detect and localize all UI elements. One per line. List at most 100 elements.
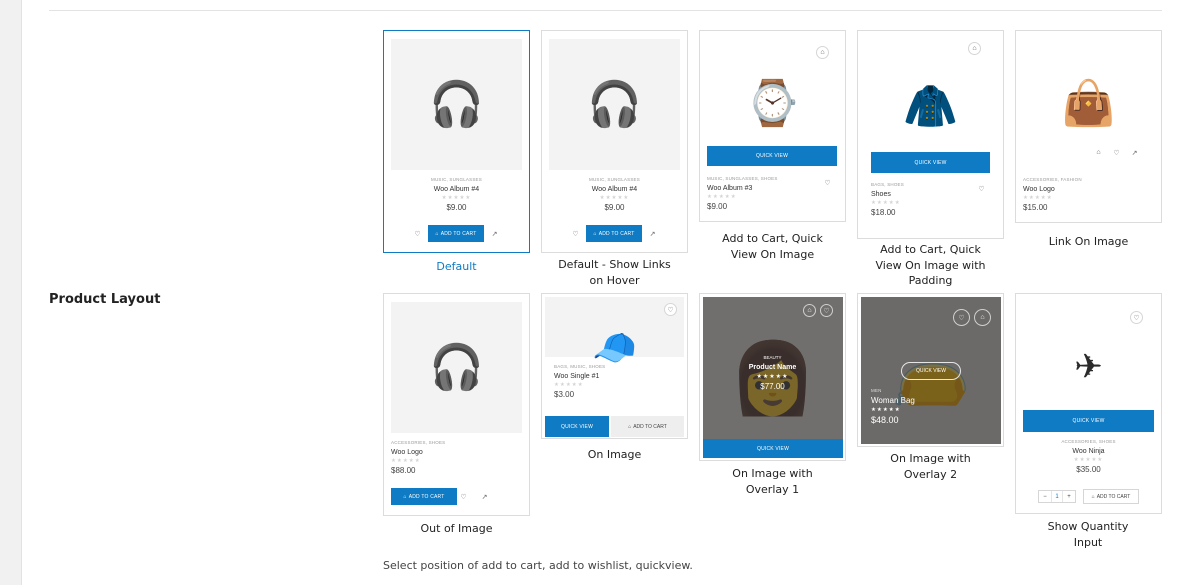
setting-description: Select position of add to cart, add to w…	[383, 559, 693, 572]
layout-option-overlay-2[interactable]: 👝 ♡ ⌂ Quick View Men Woman Bag ★★★★★ $48…	[857, 293, 1004, 488]
preview-card: 🎧 Music, Sunglasses Woo Album #4 ★★★★★ $…	[541, 30, 688, 253]
product-categories: Beauty	[763, 355, 782, 360]
preview-card: ⌚ ⌂ Quick View Music, Sunglasses, Shoes …	[699, 30, 846, 222]
layout-option-default[interactable]: 🎧 Music, Sunglasses Woo Album #4 ★★★★★ $…	[383, 30, 530, 275]
preview-card: 👩 ⌂ ♡ Beauty Product Name ★★★★★ $77.00 Q…	[699, 293, 846, 461]
product-name: Woo Single #1	[554, 372, 600, 380]
wishlist-heart-icon: ♡	[953, 309, 970, 326]
cart-icon: ⌂	[974, 309, 991, 326]
product-categories: Music, Sunglasses	[589, 177, 640, 182]
quick-view-button: Quick View	[901, 362, 961, 380]
product-name: Woo Ninja	[1072, 447, 1105, 455]
add-to-cart-button: ⌂ Add to cart	[586, 225, 642, 242]
product-meta: Men Woman Bag ★★★★★ $48.00	[871, 388, 991, 425]
product-image: 🎧	[391, 302, 522, 433]
product-price: $9.00	[604, 203, 625, 212]
wishlist-heart-icon: ♡	[975, 182, 988, 195]
product-image: 🎧	[391, 39, 522, 170]
bag-icon: ⌂	[403, 493, 407, 500]
product-name: Woo Logo	[1023, 185, 1055, 193]
product-price: $88.00	[391, 466, 416, 475]
plus-icon: +	[1067, 493, 1071, 500]
wishlist-heart-icon: ♡	[820, 304, 833, 317]
product-name: Shoes	[871, 190, 891, 198]
wishlist-heart-icon: ♡	[457, 490, 470, 503]
product-categories: Music, Sunglasses, Shoes	[707, 176, 778, 181]
quantity-stepper: − 1 +	[1038, 490, 1076, 503]
bag-icon: ⌂	[435, 230, 439, 237]
product-price: $3.00	[554, 390, 575, 399]
compare-icon: ↗	[646, 227, 659, 240]
layout-option-quantity-input[interactable]: ✈ ♡ Quick View Accessories, Shoes Woo Ni…	[1015, 293, 1162, 553]
wishlist-heart-icon: ♡	[1110, 146, 1123, 159]
product-name: Woo Album #4	[591, 185, 638, 193]
rating-stars: ★★★★★	[707, 193, 737, 200]
layout-option-default-hover[interactable]: 🎧 Music, Sunglasses Woo Album #4 ★★★★★ $…	[541, 30, 688, 290]
product-price: $9.00	[707, 202, 728, 211]
preview-card: 👜 ⌂ ♡ ↗ Accessories, Fashion Woo Logo ★★…	[1015, 30, 1162, 223]
admin-sidebar-edge	[0, 0, 22, 585]
add-to-cart-button: ⌂ Add to cart	[1083, 489, 1139, 504]
product-image: 🎧	[549, 39, 680, 170]
quick-view-button: Quick View	[707, 146, 837, 166]
quick-view-button: Quick View	[703, 439, 843, 458]
wishlist-heart-icon: ♡	[411, 227, 424, 240]
headphones-icon: 🎧	[429, 79, 484, 129]
quantity-value: 1	[1051, 491, 1063, 502]
product-image: 🧢	[545, 297, 684, 366]
product-categories: Music, Sunglasses	[431, 177, 482, 182]
product-categories: Bags, Shoes	[871, 182, 904, 187]
section-divider	[49, 10, 1162, 11]
minus-icon: −	[1043, 493, 1047, 500]
option-caption: Add to Cart, Quick View On Image	[722, 232, 823, 261]
preview-card: 👝 ♡ ⌂ Quick View Men Woman Bag ★★★★★ $48…	[857, 293, 1004, 447]
product-categories: Accessories, Shoes	[391, 440, 446, 445]
headphones-icon: 🎧	[429, 342, 484, 392]
rating-stars: ★★★★★	[871, 199, 901, 206]
cart-icon: ⌂	[803, 304, 816, 317]
preview-card: 🧥 ⌂ Quick View Bags, Shoes Shoes ★★★★★ $…	[857, 30, 1004, 239]
watch-icon: ⌚	[745, 79, 800, 128]
rating-stars: ★★★★★	[871, 406, 901, 413]
rating-stars: ★★★★★	[1023, 194, 1053, 201]
layout-option-link-on-image[interactable]: 👜 ⌂ ♡ ↗ Accessories, Fashion Woo Logo ★★…	[1015, 30, 1162, 250]
rating-stars: ★★★★★	[1073, 456, 1104, 463]
layout-option-on-image[interactable]: 🧢 ♡ Bags, Music, Shoes Woo Single #1 ★★★…	[541, 293, 688, 468]
product-price: $18.00	[871, 208, 896, 217]
cart-icon: ⌂	[968, 42, 981, 55]
product-meta: Accessories, Shoes Woo Ninja ★★★★★ $35.0…	[1016, 439, 1161, 474]
cart-icon: ⌂	[1092, 146, 1105, 159]
bag-icon: ⌂	[593, 230, 597, 237]
layout-option-overlay-1[interactable]: 👩 ⌂ ♡ Beauty Product Name ★★★★★ $77.00 Q…	[699, 293, 846, 498]
quick-view-button: Quick View	[1023, 410, 1154, 432]
preview-card: 🧢 ♡ Bags, Music, Shoes Woo Single #1 ★★★…	[541, 293, 688, 439]
cart-icon: ⌂	[816, 46, 829, 59]
product-categories: Men	[871, 388, 882, 393]
product-name: Product Name	[748, 364, 797, 371]
layout-option-quickview-on-image[interactable]: ⌚ ⌂ Quick View Music, Sunglasses, Shoes …	[699, 30, 846, 265]
add-to-cart-button: ⌂ Add to cart	[611, 416, 684, 437]
product-price: $15.00	[1023, 203, 1048, 212]
product-name: Woo Album #3	[707, 184, 753, 192]
layout-option-out-of-image[interactable]: 🎧 Accessories, Shoes Woo Logo ★★★★★ $88.…	[383, 293, 530, 538]
product-meta: Music, Sunglasses, Shoes Woo Album #3 ★★…	[707, 176, 817, 211]
product-name: Woo Logo	[391, 448, 423, 456]
compare-icon: ↗	[478, 490, 491, 503]
compare-icon: ↗	[488, 227, 501, 240]
option-caption: Out of Image	[420, 522, 493, 535]
setting-label: Product Layout	[49, 292, 161, 307]
option-caption: Link On Image	[1048, 235, 1129, 248]
preview-card: 🎧 Accessories, Shoes Woo Logo ★★★★★ $88.…	[383, 293, 530, 516]
preview-card: 🎧 Music, Sunglasses Woo Album #4 ★★★★★ $…	[383, 30, 530, 253]
wishlist-heart-icon: ♡	[1130, 311, 1143, 324]
option-caption: Add to Cart, Quick View On Image with Pa…	[875, 243, 986, 287]
rating-stars: ★★★★★	[441, 194, 472, 201]
product-categories: Accessories, Fashion	[1023, 177, 1082, 182]
product-meta: Accessories, Shoes Woo Logo ★★★★★ $88.00	[391, 440, 521, 475]
rating-stars: ★★★★★	[554, 381, 584, 388]
compare-icon: ↗	[1128, 146, 1141, 159]
layout-option-quickview-padding[interactable]: 🧥 ⌂ Quick View Bags, Shoes Shoes ★★★★★ $…	[857, 30, 1004, 290]
product-name: Woman Bag	[871, 395, 915, 405]
option-caption: On Image with Overlay 1	[732, 467, 813, 496]
quick-view-button: Quick View	[545, 416, 609, 437]
